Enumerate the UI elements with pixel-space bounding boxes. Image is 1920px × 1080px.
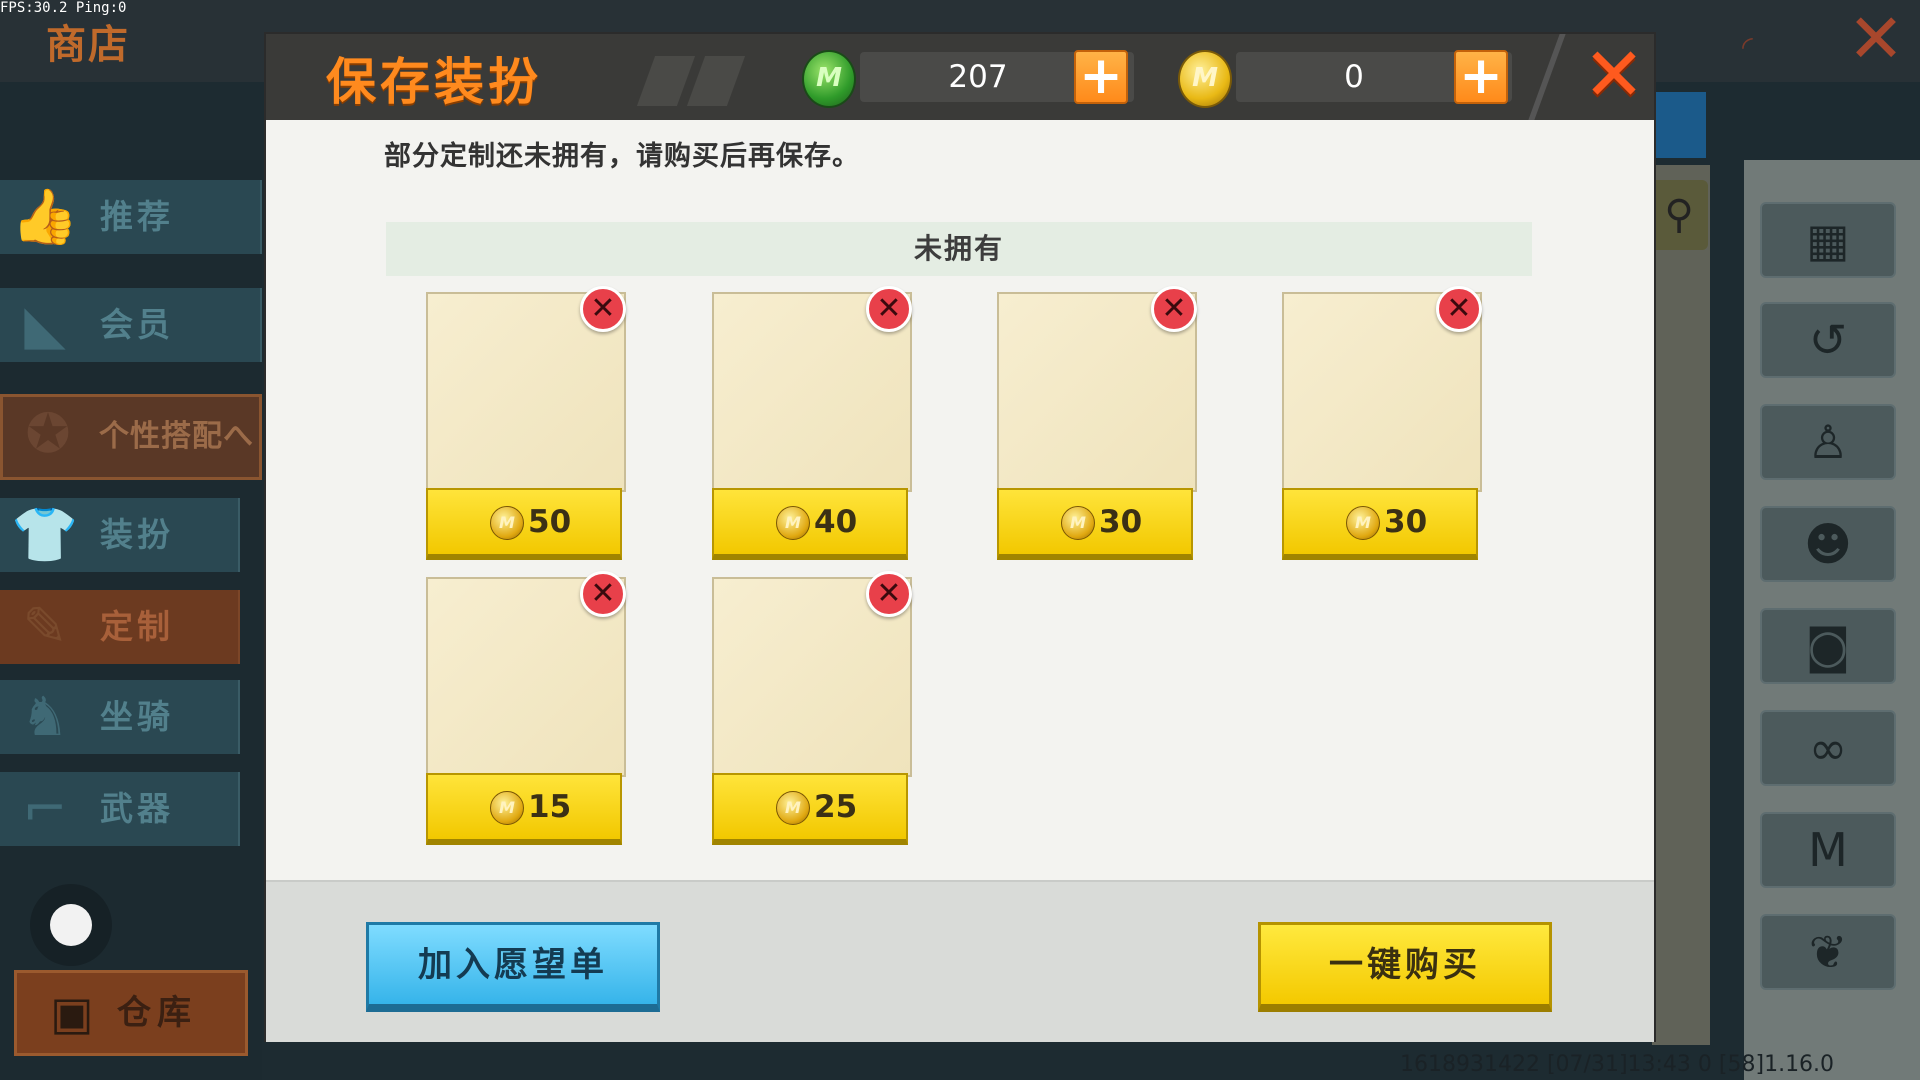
item-card: M 30 ✕ — [1282, 286, 1482, 562]
sidebar-item-vip[interactable]: ◣ 会员 — [0, 288, 262, 362]
coin-icon: M — [490, 791, 524, 825]
header-divider — [1528, 34, 1566, 120]
right-tab[interactable] — [1652, 92, 1706, 158]
coin-icon: M — [776, 506, 810, 540]
vip-icon: ◣ — [24, 293, 66, 356]
dialog-header: 保存装扮 M 207 + M 0 + ✕ — [266, 34, 1654, 120]
sidebar-item-label: 推荐 — [100, 197, 174, 236]
item-card: M 15 ✕ — [426, 571, 626, 847]
item-card: M 50 ✕ — [426, 286, 626, 562]
pencil-icon: ✎ — [22, 595, 68, 658]
mount-icon: ♞ — [20, 685, 70, 748]
sidebar-item-label: 定制 — [100, 607, 174, 646]
add-coins-button[interactable]: + — [1454, 50, 1508, 104]
remove-item-button[interactable]: ✕ — [866, 286, 912, 332]
sidebar-item-label: 装扮 — [100, 515, 174, 554]
coin-balance: 0 — [1344, 59, 1364, 95]
buy-item-button[interactable]: M 40 — [712, 488, 908, 560]
remove-item-button[interactable]: ✕ — [580, 571, 626, 617]
coin-icon: M — [1346, 506, 1380, 540]
sidebar-item-mount[interactable]: ♞ 坐骑 — [0, 680, 240, 754]
search-icon[interactable]: ⚲ — [1650, 180, 1708, 250]
remove-item-button[interactable]: ✕ — [580, 286, 626, 332]
item-price: 40 — [814, 504, 858, 540]
shop-title: 商店 — [46, 22, 130, 68]
section-header: 未拥有 — [386, 222, 1532, 276]
coin-icon: M — [776, 791, 810, 825]
remove-item-button[interactable]: ✕ — [1436, 286, 1482, 332]
item-card: M 30 ✕ — [997, 286, 1197, 562]
sidebar-item-label: 武器 — [100, 789, 174, 828]
hair-icon[interactable]: ☻ — [1760, 506, 1896, 582]
history-icon[interactable]: ↺ — [1760, 302, 1896, 378]
item-card: M 40 ✕ — [712, 286, 912, 562]
section-title: 未拥有 — [913, 232, 1004, 265]
item-price: 30 — [1099, 504, 1143, 540]
status-line: 1618931422 [07/31]13:43 0 [58]1.16.0 — [1400, 1052, 1835, 1077]
chest-icon: ▣ — [50, 986, 94, 1040]
item-price: 30 — [1384, 504, 1428, 540]
sidebar-item-recommend[interactable]: 👍 推荐 — [0, 180, 262, 254]
wishlist-label: 加入愿望单 — [418, 945, 608, 985]
mini-bean-icon: M — [802, 50, 856, 108]
gem-balance: 207 — [948, 59, 1008, 95]
sidebar-item-outfit[interactable]: 👕 装扮 — [0, 498, 240, 572]
item-price: 25 — [814, 789, 858, 825]
warehouse-button[interactable]: ▣ 仓库 — [14, 970, 248, 1056]
shop-close-icon[interactable]: ✕ — [1846, 6, 1906, 74]
sidebar-item-label: 坐骑 — [100, 697, 174, 736]
item-price: 15 — [528, 789, 572, 825]
mask-icon[interactable]: ∞ — [1760, 710, 1896, 786]
thumbs-up-icon: 👍 — [11, 185, 79, 248]
add-to-wishlist-button[interactable]: 加入愿望单 — [366, 922, 660, 1012]
remove-item-button[interactable]: ✕ — [1151, 286, 1197, 332]
preview-column — [1652, 165, 1710, 1045]
buy-item-button[interactable]: M 50 — [426, 488, 622, 560]
dialog-title: 保存装扮 — [326, 53, 542, 111]
save-outfit-dialog: 保存装扮 M 207 + M 0 + ✕ 部分定制还未拥有，请购买后再保存。 未… — [266, 34, 1654, 1042]
remove-item-button[interactable]: ✕ — [866, 571, 912, 617]
star-badge-icon: ✪ — [25, 402, 71, 465]
gem-letter: M — [816, 63, 842, 93]
buy-all-button[interactable]: 一键购买 — [1258, 922, 1552, 1012]
mini-coin-icon: M — [1178, 50, 1232, 108]
buy-item-button[interactable]: M 15 — [426, 773, 622, 845]
sidebar-item-label: 个性搭配へ — [99, 419, 254, 454]
close-icon[interactable]: ✕ — [1582, 38, 1646, 112]
outfit-icon[interactable]: ♙ — [1760, 404, 1896, 480]
buy-item-button[interactable]: M 25 — [712, 773, 908, 845]
signal-icon: ◜ — [1742, 30, 1753, 63]
header-decoration — [686, 56, 746, 106]
coin-icon: M — [1061, 506, 1095, 540]
shirt-icon[interactable]: M — [1760, 812, 1896, 888]
header-decoration — [636, 56, 696, 106]
item-card: M 25 ✕ — [712, 571, 912, 847]
coin-icon: M — [490, 506, 524, 540]
pet-icon[interactable]: ❦ — [1760, 914, 1896, 990]
gun-icon: ⌐ — [22, 777, 68, 840]
buy-item-button[interactable]: M 30 — [1282, 488, 1478, 560]
sidebar-item-weapon[interactable]: ⌐ 武器 — [0, 772, 240, 846]
sidebar-item-label: 会员 — [100, 305, 174, 344]
dialog-message: 部分定制还未拥有，请购买后再保存。 — [384, 141, 860, 172]
add-gems-button[interactable]: + — [1074, 50, 1128, 104]
grid-icon[interactable]: ▦ — [1760, 202, 1896, 278]
warehouse-label: 仓库 — [117, 993, 197, 1033]
sidebar-item-personal-outfit[interactable]: ✪ 个性搭配へ — [0, 394, 262, 480]
buy-item-button[interactable]: M 30 — [997, 488, 1193, 560]
shirt-icon: 👕 — [11, 503, 79, 566]
item-price: 50 — [528, 504, 572, 540]
sidebar-item-custom[interactable]: ✎ 定制 — [0, 590, 240, 664]
buy-all-label: 一键购买 — [1329, 945, 1481, 985]
joystick-knob[interactable] — [50, 904, 92, 946]
coin-letter: M — [1192, 63, 1218, 93]
face-icon[interactable]: ◙ — [1760, 608, 1896, 684]
